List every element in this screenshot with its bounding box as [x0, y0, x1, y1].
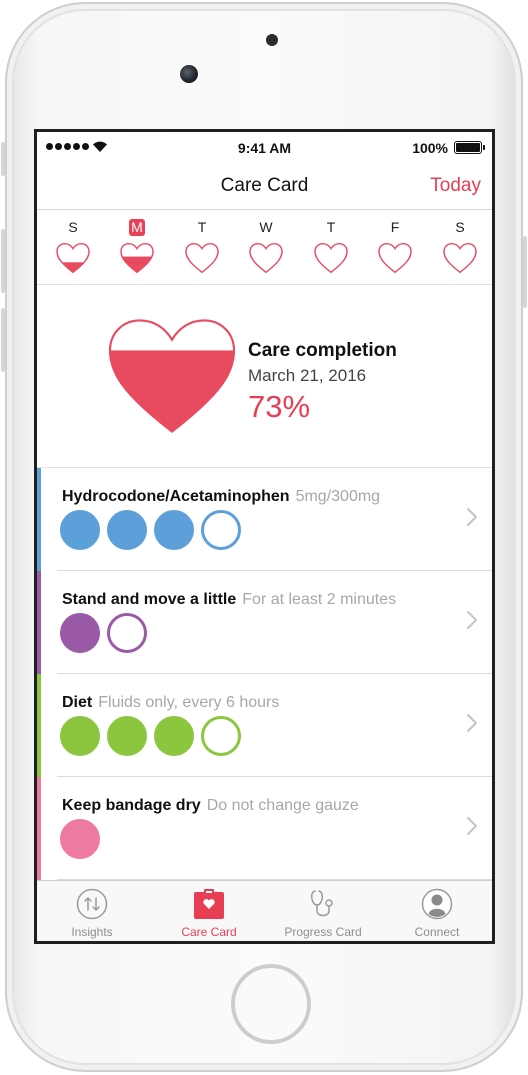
navigation-bar: Care Card Today	[37, 164, 492, 210]
task-detail: Fluids only, every 6 hours	[98, 694, 280, 711]
power-button	[523, 236, 527, 308]
chevron-right-icon[interactable]	[466, 507, 478, 527]
day-letter: S	[455, 219, 465, 235]
earpiece-speaker	[266, 34, 278, 46]
battery-percentage: 100%	[412, 140, 448, 156]
task-row[interactable]: Stand and move a little For at least 2 mi…	[37, 571, 492, 674]
battery-icon	[454, 141, 485, 154]
task-row[interactable]: Hydrocodone/Acetaminophen 5mg/300mg	[37, 468, 492, 571]
incomplete-event-circle[interactable]	[201, 510, 241, 550]
stethoscope-icon	[310, 890, 333, 917]
task-row[interactable]: Diet Fluids only, every 6 hours	[37, 674, 492, 777]
chevron-right-icon[interactable]	[466, 610, 478, 630]
task-color-stripe	[37, 777, 41, 880]
day-heart-icon	[185, 242, 219, 274]
today-button[interactable]: Today	[430, 175, 481, 197]
day-heart-icon	[249, 242, 283, 274]
completed-event-circle[interactable]	[60, 510, 100, 550]
day-letter: W	[259, 219, 273, 235]
day-heart-icon	[120, 242, 154, 274]
day-heart-icon	[56, 242, 90, 274]
completed-event-circle[interactable]	[107, 716, 147, 756]
mute-switch	[1, 142, 5, 176]
completed-event-circle[interactable]	[60, 819, 100, 859]
tab-label: Insights	[71, 925, 113, 939]
task-event-buttons	[60, 716, 241, 756]
incomplete-event-circle[interactable]	[107, 613, 147, 653]
task-title: Stand and move a little	[62, 591, 237, 608]
day-heart-icon	[314, 242, 348, 274]
home-button[interactable]	[231, 964, 311, 1044]
task-heading: Diet Fluids only, every 6 hours	[62, 694, 279, 712]
task-heading: Keep bandage dry Do not change gauze	[62, 797, 359, 815]
front-camera	[180, 65, 198, 83]
day-letter: T	[197, 219, 207, 235]
week-day[interactable]: T	[311, 219, 351, 274]
volume-up-button	[1, 229, 5, 293]
task-title: Keep bandage dry	[62, 797, 201, 814]
tab-insights[interactable]: Insights	[42, 881, 142, 941]
week-day[interactable]: W	[246, 219, 286, 274]
completion-percentage: 73%	[248, 389, 311, 424]
task-event-buttons	[60, 819, 100, 859]
task-title: Diet	[62, 694, 93, 711]
task-detail: Do not change gauze	[206, 797, 359, 814]
page-title: Care Card	[220, 175, 309, 196]
tab-label: Connect	[414, 925, 460, 939]
day-letter: S	[68, 219, 78, 235]
connect-icon	[421, 888, 453, 920]
task-color-stripe	[37, 468, 41, 571]
tab-connect[interactable]: Connect	[387, 881, 487, 941]
insights-icon	[76, 888, 108, 920]
summary-title: Care completion	[248, 340, 397, 361]
week-day[interactable]: S	[440, 219, 480, 274]
tab-bar: Insights Care Card Progress Card Connect	[37, 880, 492, 941]
day-letter: T	[326, 219, 336, 235]
day-letter: F	[390, 219, 400, 235]
week-day[interactable]: T	[182, 219, 222, 274]
task-detail: 5mg/300mg	[295, 488, 381, 505]
task-event-buttons	[60, 613, 147, 653]
task-event-buttons	[60, 510, 241, 550]
chevron-right-icon[interactable]	[466, 816, 478, 836]
status-bar: 9:41 AM 100%	[37, 132, 492, 164]
week-day[interactable]: M	[117, 219, 157, 274]
tab-progress-card[interactable]: Progress Card	[273, 881, 373, 941]
task-list: Hydrocodone/Acetaminophen 5mg/300mg Stand …	[37, 467, 492, 880]
week-calendar: SMTWTFS	[37, 211, 492, 285]
completed-event-circle[interactable]	[107, 510, 147, 550]
chevron-right-icon[interactable]	[466, 713, 478, 733]
task-heading: Stand and move a little For at least 2 mi…	[62, 591, 396, 609]
week-day[interactable]: F	[375, 219, 415, 274]
task-color-stripe	[37, 674, 41, 777]
care-completion-summary: Care completion March 21, 2016 73%	[37, 286, 492, 466]
week-day[interactable]: S	[53, 219, 93, 274]
completed-event-circle[interactable]	[60, 613, 100, 653]
completed-event-circle[interactable]	[60, 716, 100, 756]
task-row[interactable]: Keep bandage dry Do not change gauze	[37, 777, 492, 880]
tab-care-card[interactable]: Care Card	[159, 881, 259, 941]
day-letter: M	[129, 219, 145, 236]
tab-label: Care Card	[181, 925, 237, 939]
task-color-stripe	[37, 571, 41, 674]
completed-event-circle[interactable]	[154, 716, 194, 756]
day-heart-icon	[443, 242, 477, 274]
volume-down-button	[1, 308, 5, 372]
care-card-icon	[194, 889, 224, 919]
task-title: Hydrocodone/Acetaminophen	[62, 488, 290, 505]
completion-heart-icon	[108, 319, 236, 433]
incomplete-event-circle[interactable]	[201, 716, 241, 756]
task-detail: For at least 2 minutes	[242, 591, 397, 608]
task-heading: Hydrocodone/Acetaminophen 5mg/300mg	[62, 488, 380, 506]
summary-date: March 21, 2016	[248, 366, 367, 385]
completed-event-circle[interactable]	[154, 510, 194, 550]
app-screen: 9:41 AM 100% Care Card Today S M T W T F S Car…	[34, 129, 495, 944]
tab-label: Progress Card	[284, 925, 362, 939]
day-heart-icon	[378, 242, 412, 274]
